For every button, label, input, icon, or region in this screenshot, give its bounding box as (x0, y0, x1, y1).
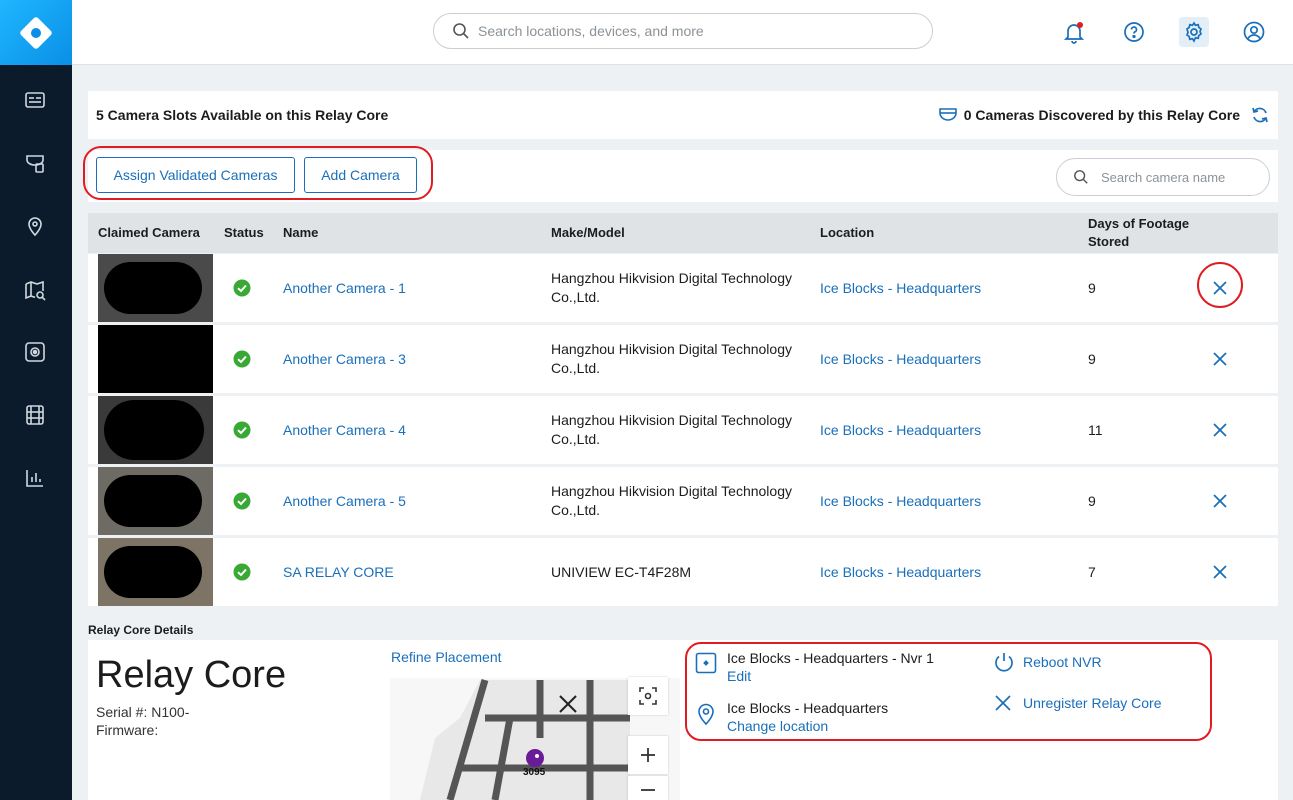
days-footage-value: 11 (1088, 421, 1103, 438)
status-ok-icon (233, 467, 251, 535)
camera-actions-bar: Assign Validated Cameras Add Camera Sear… (88, 150, 1278, 202)
video-wall-icon[interactable] (22, 339, 48, 365)
help-icon[interactable] (1119, 17, 1149, 47)
reboot-nvr-link[interactable]: Reboot NVR (1023, 653, 1102, 672)
days-footage-value: 7 (1088, 563, 1096, 580)
remove-camera-close-icon[interactable] (1207, 325, 1233, 393)
sidebar (0, 0, 72, 800)
camera-name-link[interactable]: Another Camera - 5 (283, 467, 406, 535)
assign-validated-cameras-button[interactable]: Assign Validated Cameras (96, 157, 295, 193)
camera-make-model: Hangzhou Hikvision Digital Technology Co… (551, 483, 792, 518)
search-icon (452, 22, 470, 40)
relay-core-details: Relay Core Serial #: N100- Firmware: Ref… (88, 640, 1278, 800)
serial-number: Serial #: N100- (96, 704, 190, 720)
cameras-discovered-text: 0 Cameras Discovered by this Relay Core (963, 107, 1240, 123)
status-ok-icon (233, 538, 251, 606)
table-row: Another Camera - 5 Hangzhou Hikvision Di… (88, 467, 1278, 535)
search-icon (1073, 169, 1089, 185)
header-status: Status (224, 225, 264, 240)
camera-make-model: Hangzhou Hikvision Digital Technology Co… (551, 270, 792, 305)
camera-location-link[interactable]: Ice Blocks - Headquarters (820, 396, 981, 464)
camera-name-link[interactable]: SA RELAY CORE (283, 538, 394, 606)
status-ok-icon (233, 254, 251, 322)
camera-name-link[interactable]: Another Camera - 4 (283, 396, 406, 464)
relay-core-title: Relay Core (96, 654, 287, 696)
camera-slots-bar: 5 Camera Slots Available on this Relay C… (88, 91, 1278, 139)
camera-make-model: UNIVIEW EC-T4F28M (551, 563, 692, 580)
add-camera-button[interactable]: Add Camera (304, 157, 417, 193)
days-footage-value: 9 (1088, 492, 1096, 509)
location-pin-icon (695, 702, 717, 731)
fit-to-screen-icon[interactable] (628, 677, 668, 715)
camera-thumbnail[interactable] (98, 538, 213, 606)
logo-icon (20, 16, 52, 49)
zoom-out-icon[interactable] (628, 776, 668, 800)
header-make-model[interactable]: Make/Model (551, 213, 625, 253)
header-location[interactable]: Location (820, 213, 874, 253)
camera-name-link[interactable]: Another Camera - 3 (283, 325, 406, 393)
camera-location-link[interactable]: Ice Blocks - Headquarters (820, 254, 981, 322)
section-label: Relay Core Details (88, 623, 194, 637)
change-location-link[interactable]: Change location (727, 717, 828, 736)
remove-camera-close-icon[interactable] (1207, 538, 1233, 606)
camera-thumbnail[interactable] (98, 254, 213, 322)
power-icon[interactable] (993, 651, 1015, 678)
user-account-icon[interactable] (1239, 17, 1269, 47)
camera-location-link[interactable]: Ice Blocks - Headquarters (820, 467, 981, 535)
zoom-in-icon[interactable] (628, 736, 668, 774)
header-days-footage[interactable]: Days of Footage Stored (1088, 213, 1198, 253)
refine-placement-link[interactable]: Refine Placement (391, 649, 502, 665)
status-ok-icon (233, 396, 251, 464)
camera-thumbnail[interactable] (98, 467, 213, 535)
refresh-icon[interactable] (1250, 105, 1270, 125)
edit-nvr-link[interactable]: Edit (727, 667, 751, 686)
days-footage-value: 9 (1088, 350, 1096, 367)
camera-thumbnail[interactable] (98, 396, 213, 464)
camera-device-icon[interactable] (22, 150, 48, 176)
film-icon[interactable] (22, 402, 48, 428)
close-icon[interactable] (995, 695, 1011, 716)
days-footage-value: 9 (1088, 279, 1096, 296)
app-logo[interactable] (0, 0, 72, 65)
nvr-name: Ice Blocks - Headquarters - Nvr 1 (727, 650, 934, 666)
settings-gear-icon[interactable] (1179, 17, 1209, 47)
unregister-relay-core-link[interactable]: Unregister Relay Core (1023, 694, 1162, 713)
camera-name-link[interactable]: Another Camera - 1 (283, 254, 406, 322)
status-ok-icon (233, 325, 251, 393)
dashboard-icon[interactable] (22, 87, 48, 113)
header-name[interactable]: Name (283, 213, 318, 253)
camera-table-header: Claimed Camera Status Name Make/Model Lo… (88, 213, 1278, 253)
map-room-label: 3095 (523, 767, 546, 778)
camera-location-link[interactable]: Ice Blocks - Headquarters (820, 538, 981, 606)
top-bar: Search locations, devices, and more (72, 0, 1293, 65)
nvr-icon (695, 652, 717, 679)
analytics-chart-icon[interactable] (22, 465, 48, 491)
firmware-version: Firmware: (96, 722, 159, 738)
camera-search-input[interactable]: Search camera name (1056, 158, 1270, 196)
global-search-input[interactable]: Search locations, devices, and more (433, 13, 933, 49)
header-claimed-camera: Claimed Camera (98, 225, 200, 240)
notifications-bell-icon[interactable] (1059, 17, 1089, 47)
global-search-placeholder: Search locations, devices, and more (478, 23, 704, 39)
table-row: Another Camera - 1 Hangzhou Hikvision Di… (88, 254, 1278, 322)
location-pin-icon[interactable] (22, 213, 48, 239)
relay-location-name: Ice Blocks - Headquarters (727, 700, 889, 716)
map-search-icon[interactable] (22, 277, 48, 303)
table-row: Another Camera - 3 Hangzhou Hikvision Di… (88, 325, 1278, 393)
camera-search-placeholder: Search camera name (1101, 169, 1226, 185)
camera-thumbnail[interactable] (98, 325, 213, 393)
camera-make-model: Hangzhou Hikvision Digital Technology Co… (551, 341, 792, 376)
slots-available-text: 5 Camera Slots Available on this Relay C… (96, 107, 389, 123)
remove-camera-close-icon[interactable] (1207, 467, 1233, 535)
remove-camera-close-icon[interactable] (1207, 254, 1233, 322)
camera-make-model: Hangzhou Hikvision Digital Technology Co… (551, 412, 792, 447)
table-row: SA RELAY CORE UNIVIEW EC-T4F28M Ice Bloc… (88, 538, 1278, 606)
table-row: Another Camera - 4 Hangzhou Hikvision Di… (88, 396, 1278, 464)
brand-area (72, 8, 282, 56)
dome-camera-icon (938, 106, 958, 124)
camera-location-link[interactable]: Ice Blocks - Headquarters (820, 325, 981, 393)
remove-camera-close-icon[interactable] (1207, 396, 1233, 464)
